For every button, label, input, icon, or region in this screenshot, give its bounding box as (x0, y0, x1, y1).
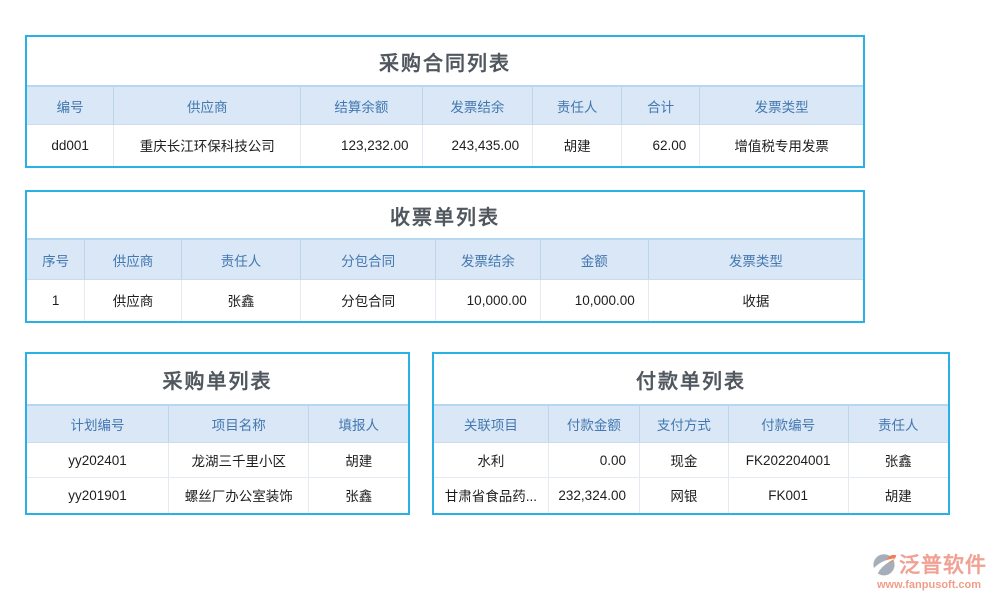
fanpu-watermark: 泛普软件 www.fanpusoft.com (862, 549, 996, 591)
table-cell: 胡建 (848, 478, 948, 513)
table-cell: 1 (27, 280, 85, 321)
table-cell: 甘肃省食品药... (434, 478, 548, 513)
table-cell: 网银 (639, 478, 728, 513)
column-header: 付款编号 (728, 406, 848, 443)
purchase-order-list-table: 采购单列表 计划编号项目名称填报人 yy202401龙湖三千里小区胡建yy201… (25, 352, 410, 515)
table-cell: 现金 (639, 443, 728, 478)
table-cell: 增值税专用发票 (700, 125, 863, 166)
table-cell: 胡建 (309, 443, 408, 478)
table-cell: yy202401 (27, 443, 168, 478)
column-header: 供应商 (114, 87, 301, 125)
table-title: 采购合同列表 (27, 37, 863, 87)
table-cell: 10,000.00 (435, 280, 540, 321)
watermark-url-text[interactable]: www.fanpusoft.com (862, 579, 996, 591)
table-header-row: 编号供应商结算余额发票结余责任人合计发票类型 (27, 87, 863, 125)
column-header: 项目名称 (168, 406, 308, 443)
table-cell: 232,324.00 (548, 478, 639, 513)
column-header: 责任人 (848, 406, 948, 443)
table-header-row: 序号供应商责任人分包合同发票结余金额发票类型 (27, 240, 863, 280)
table-cell: 收据 (648, 280, 863, 321)
column-header: 发票类型 (648, 240, 863, 280)
payment-list-table: 付款单列表 关联项目付款金额支付方式付款编号责任人 水利0.00现金FK2022… (432, 352, 950, 515)
table-cell: FK202204001 (728, 443, 848, 478)
table-cell: yy201901 (27, 478, 168, 513)
column-header: 计划编号 (27, 406, 168, 443)
table-row[interactable]: 甘肃省食品药...232,324.00网银FK001胡建 (434, 478, 948, 513)
fanpu-logo-icon (871, 551, 897, 577)
table-cell: 张鑫 (181, 280, 301, 321)
column-header: 合计 (622, 87, 700, 125)
table-cell: 重庆长江环保科技公司 (114, 125, 301, 166)
table-row[interactable]: dd001重庆长江环保科技公司123,232.00243,435.00胡建62.… (27, 125, 863, 166)
table-title: 付款单列表 (434, 354, 948, 406)
table-cell: 张鑫 (848, 443, 948, 478)
table-cell: 供应商 (85, 280, 181, 321)
column-header: 支付方式 (639, 406, 728, 443)
table-cell: 0.00 (548, 443, 639, 478)
table-cell: 10,000.00 (540, 280, 648, 321)
column-header: 分包合同 (301, 240, 436, 280)
table-cell: 水利 (434, 443, 548, 478)
receipt-list-table: 收票单列表 序号供应商责任人分包合同发票结余金额发票类型 1供应商张鑫分包合同1… (25, 190, 865, 323)
table-cell: 张鑫 (309, 478, 408, 513)
column-header: 责任人 (181, 240, 301, 280)
table-cell: FK001 (728, 478, 848, 513)
watermark-brand-text: 泛普软件 (899, 549, 987, 579)
dashboard-page: 采购合同列表 编号供应商结算余额发票结余责任人合计发票类型 dd001重庆长江环… (0, 0, 1000, 600)
table-header-row: 关联项目付款金额支付方式付款编号责任人 (434, 406, 948, 443)
column-header: 填报人 (309, 406, 408, 443)
column-header: 发票结余 (422, 87, 533, 125)
table-cell: 胡建 (533, 125, 622, 166)
table-cell: 243,435.00 (422, 125, 533, 166)
column-header: 结算余额 (301, 87, 422, 125)
purchase-contract-list-table: 采购合同列表 编号供应商结算余额发票结余责任人合计发票类型 dd001重庆长江环… (25, 35, 865, 168)
table-cell: 62.00 (622, 125, 700, 166)
column-header: 供应商 (85, 240, 181, 280)
table-cell: 123,232.00 (301, 125, 422, 166)
table-header-row: 计划编号项目名称填报人 (27, 406, 408, 443)
table-title: 采购单列表 (27, 354, 408, 406)
table-cell: 龙湖三千里小区 (168, 443, 308, 478)
column-header: 发票类型 (700, 87, 863, 125)
column-header: 编号 (27, 87, 114, 125)
column-header: 关联项目 (434, 406, 548, 443)
table-title: 收票单列表 (27, 192, 863, 240)
table-row[interactable]: yy202401龙湖三千里小区胡建 (27, 443, 408, 478)
column-header: 责任人 (533, 87, 622, 125)
table-row[interactable]: yy201901螺丝厂办公室装饰张鑫 (27, 478, 408, 513)
table-row[interactable]: 水利0.00现金FK202204001张鑫 (434, 443, 948, 478)
table-cell: dd001 (27, 125, 114, 166)
column-header: 金额 (540, 240, 648, 280)
table-cell: 分包合同 (301, 280, 436, 321)
column-header: 发票结余 (435, 240, 540, 280)
column-header: 序号 (27, 240, 85, 280)
table-row[interactable]: 1供应商张鑫分包合同10,000.0010,000.00收据 (27, 280, 863, 321)
column-header: 付款金额 (548, 406, 639, 443)
table-cell: 螺丝厂办公室装饰 (168, 478, 308, 513)
